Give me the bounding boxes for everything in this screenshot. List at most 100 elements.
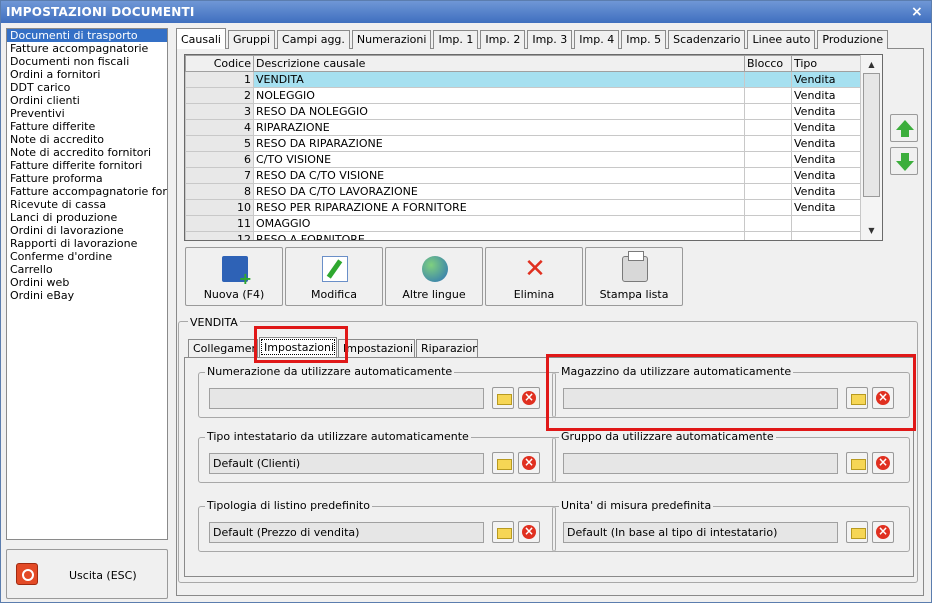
cell-code[interactable]: 12: [185, 231, 254, 240]
cell-tipo[interactable]: Vendita: [791, 151, 862, 168]
cell-blocco[interactable]: [744, 215, 792, 232]
document-type-list[interactable]: Documenti di trasporto Fatture accompagna…: [6, 28, 168, 540]
sidebar-item[interactable]: Preventivi: [7, 107, 167, 120]
sidebar-item[interactable]: Fatture accompagnatorie: [7, 42, 167, 55]
value-field[interactable]: Default (In base al tipo di intestatario…: [563, 522, 838, 543]
print-list-button[interactable]: Stampa lista: [585, 247, 683, 306]
sidebar-item[interactable]: Fatture differite fornitori: [7, 159, 167, 172]
column-header[interactable]: Descrizione causale: [253, 55, 745, 72]
sidebar-item[interactable]: Ordini a fornitori: [7, 68, 167, 81]
subtab-collegamenti[interactable]: Collegamenti: [188, 339, 258, 357]
move-up-button[interactable]: [890, 114, 918, 142]
folder-icon[interactable]: [492, 452, 514, 474]
cell-tipo[interactable]: Vendita: [791, 71, 862, 88]
cell-tipo[interactable]: Vendita: [791, 103, 862, 120]
clear-icon[interactable]: [518, 452, 540, 474]
sidebar-item[interactable]: Ordini web: [7, 276, 167, 289]
column-header[interactable]: Blocco: [744, 55, 792, 72]
sidebar-item[interactable]: Carrello: [7, 263, 167, 276]
tab-scadenzario[interactable]: Scadenzario: [668, 30, 746, 49]
cell-tipo[interactable]: Vendita: [791, 199, 862, 216]
folder-icon[interactable]: [846, 521, 868, 543]
cell-code[interactable]: 11: [185, 215, 254, 232]
cell-desc[interactable]: NOLEGGIO: [253, 87, 745, 104]
clear-icon[interactable]: [872, 452, 894, 474]
subtab-impostazioni-2[interactable]: Impostazioni 2: [338, 339, 415, 357]
table-row[interactable]: 4 RIPARAZIONE Vendita: [185, 119, 862, 136]
cell-blocco[interactable]: [744, 167, 792, 184]
tab-imp-1[interactable]: Imp. 1: [433, 30, 479, 49]
cell-blocco[interactable]: [744, 151, 792, 168]
column-header[interactable]: Codice: [185, 55, 254, 72]
table-row[interactable]: 8 RESO DA C/TO LAVORAZIONE Vendita: [185, 183, 862, 200]
cell-blocco[interactable]: [744, 183, 792, 200]
cell-code[interactable]: 4: [185, 119, 254, 136]
clear-icon[interactable]: [872, 521, 894, 543]
cell-code[interactable]: 3: [185, 103, 254, 120]
delete-button[interactable]: ✕ Elimina: [485, 247, 583, 306]
table-row[interactable]: 5 RESO DA RIPARAZIONE Vendita: [185, 135, 862, 152]
sidebar-item[interactable]: Lanci di produzione: [7, 211, 167, 224]
move-down-button[interactable]: [890, 147, 918, 175]
languages-button[interactable]: Altre lingue: [385, 247, 483, 306]
sidebar-item[interactable]: Ordini di lavorazione: [7, 224, 167, 237]
cell-desc[interactable]: C/TO VISIONE: [253, 151, 745, 168]
edit-button[interactable]: Modifica: [285, 247, 383, 306]
close-icon[interactable]: ×: [909, 1, 925, 23]
tab-numerazioni[interactable]: Numerazioni: [351, 30, 432, 49]
cell-desc[interactable]: RESO PER RIPARAZIONE A FORNITORE: [253, 199, 745, 216]
causali-grid[interactable]: Codice Descrizione causale Blocco Tipo 1 VEN…: [184, 54, 883, 241]
cell-desc[interactable]: RESO DA C/TO LAVORAZIONE: [253, 183, 745, 200]
tab-imp-3[interactable]: Imp. 3: [527, 30, 573, 49]
sidebar-item[interactable]: Ordini clienti: [7, 94, 167, 107]
folder-icon[interactable]: [492, 521, 514, 543]
cell-tipo[interactable]: Vendita: [791, 87, 862, 104]
tab-causali[interactable]: Causali: [176, 28, 226, 49]
cell-blocco[interactable]: [744, 87, 792, 104]
exit-button[interactable]: Uscita (ESC): [6, 549, 168, 599]
cell-tipo[interactable]: Vendita: [791, 119, 862, 136]
folder-icon[interactable]: [846, 452, 868, 474]
scroll-up-icon[interactable]: ▲: [864, 57, 879, 72]
tab-imp-2[interactable]: Imp. 2: [480, 30, 526, 49]
tab-produzione[interactable]: Produzione: [817, 30, 889, 49]
sidebar-item[interactable]: Conferme d'ordine: [7, 250, 167, 263]
table-row[interactable]: 3 RESO DA NOLEGGIO Vendita: [185, 103, 862, 120]
table-row[interactable]: 11 OMAGGIO: [185, 215, 862, 232]
sidebar-item[interactable]: Fatture accompagnatorie fornito: [7, 185, 167, 198]
value-field[interactable]: Default (Clienti): [209, 453, 484, 474]
sidebar-item[interactable]: Documenti di trasporto: [7, 29, 167, 42]
scroll-thumb[interactable]: [863, 73, 880, 197]
tab-linee-auto[interactable]: Linee auto: [747, 30, 816, 49]
sidebar-item[interactable]: DDT carico: [7, 81, 167, 94]
sidebar-item[interactable]: Fatture differite: [7, 120, 167, 133]
cell-desc[interactable]: RESO DA NOLEGGIO: [253, 103, 745, 120]
cell-code[interactable]: 1: [185, 71, 254, 88]
sidebar-item[interactable]: Documenti non fiscali: [7, 55, 167, 68]
cell-blocco[interactable]: [744, 231, 792, 240]
sidebar-item[interactable]: Note di accredito fornitori: [7, 146, 167, 159]
value-field[interactable]: [209, 388, 484, 409]
cell-blocco[interactable]: [744, 103, 792, 120]
table-row[interactable]: 7 RESO DA C/TO VISIONE Vendita: [185, 167, 862, 184]
grid-scrollbar[interactable]: ▲ ▼: [860, 55, 882, 240]
cell-tipo[interactable]: Vendita: [791, 135, 862, 152]
tab-imp-5[interactable]: Imp. 5: [621, 30, 667, 49]
cell-code[interactable]: 2: [185, 87, 254, 104]
cell-code[interactable]: 5: [185, 135, 254, 152]
sidebar-item[interactable]: Ricevute di cassa: [7, 198, 167, 211]
scroll-down-icon[interactable]: ▼: [864, 223, 879, 238]
clear-icon[interactable]: [518, 387, 540, 409]
cell-blocco[interactable]: [744, 119, 792, 136]
tab-gruppi[interactable]: Gruppi: [227, 30, 276, 49]
cell-tipo[interactable]: [791, 215, 862, 232]
folder-icon[interactable]: [492, 387, 514, 409]
value-field[interactable]: [563, 453, 838, 474]
cell-tipo[interactable]: [791, 231, 862, 240]
tab-campi-agg[interactable]: Campi agg.: [277, 30, 350, 49]
cell-code[interactable]: 10: [185, 199, 254, 216]
table-row[interactable]: 6 C/TO VISIONE Vendita: [185, 151, 862, 168]
table-row[interactable]: 1 VENDITA Vendita: [185, 71, 862, 88]
cell-code[interactable]: 6: [185, 151, 254, 168]
table-row[interactable]: 10 RESO PER RIPARAZIONE A FORNITORE Vendit…: [185, 199, 862, 216]
